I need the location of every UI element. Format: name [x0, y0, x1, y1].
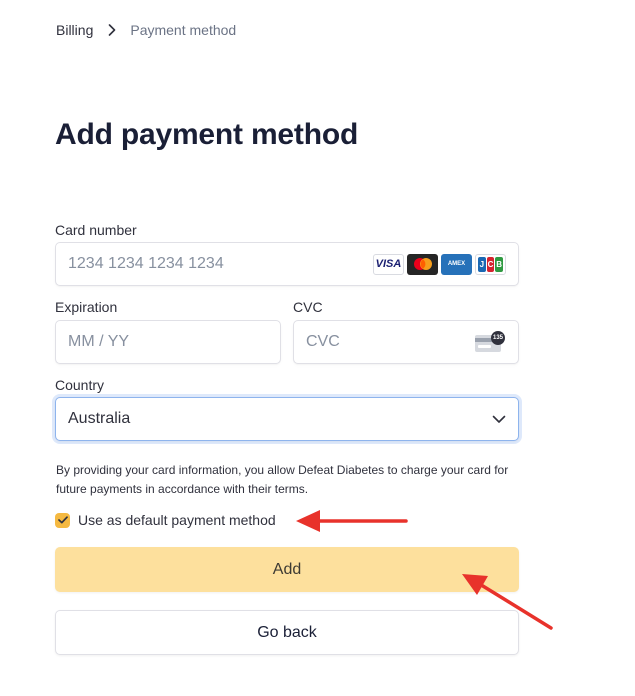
- card-brands: VISA AMEX J C B: [373, 253, 506, 275]
- go-back-button[interactable]: Go back: [55, 610, 519, 655]
- card-number-field[interactable]: VISA AMEX J C B: [55, 242, 519, 286]
- amex-icon: AMEX: [441, 253, 472, 275]
- country-select[interactable]: Australia: [55, 397, 519, 441]
- cvc-field[interactable]: 135: [293, 320, 519, 364]
- mastercard-icon: [407, 253, 438, 275]
- page-title: Add payment method: [55, 118, 359, 151]
- card-number-label: Card number: [55, 222, 137, 238]
- cvc-input[interactable]: [306, 333, 474, 351]
- country-label: Country: [55, 377, 105, 393]
- annotation-arrow-checkbox: [296, 510, 408, 532]
- breadcrumb-current: Payment method: [130, 22, 237, 38]
- payment-method-page: Billing Payment method Add payment metho…: [0, 0, 635, 696]
- breadcrumb-billing-link[interactable]: Billing: [56, 22, 93, 38]
- add-button[interactable]: Add: [55, 547, 519, 592]
- jcb-icon: J C B: [475, 253, 506, 275]
- default-payment-checkbox-label: Use as default payment method: [78, 512, 276, 528]
- terms-text: By providing your card information, you …: [56, 463, 509, 496]
- visa-icon: VISA: [373, 253, 404, 275]
- card-number-input[interactable]: [68, 255, 373, 273]
- breadcrumb: Billing Payment method: [56, 22, 236, 38]
- expiration-label: Expiration: [55, 299, 118, 315]
- default-payment-checkbox-row[interactable]: Use as default payment method: [55, 512, 276, 528]
- card-back-icon: 135: [474, 331, 506, 353]
- cvc-label: CVC: [293, 299, 323, 315]
- chevron-right-icon: [108, 24, 116, 36]
- country-selected-value: Australia: [68, 410, 131, 427]
- check-icon: [57, 516, 68, 524]
- expiration-input[interactable]: [68, 333, 268, 351]
- expiration-field[interactable]: [55, 320, 281, 364]
- default-payment-checkbox[interactable]: [55, 512, 70, 528]
- cvc-icon-digits: 135: [492, 335, 503, 341]
- chevron-down-icon: [492, 415, 506, 424]
